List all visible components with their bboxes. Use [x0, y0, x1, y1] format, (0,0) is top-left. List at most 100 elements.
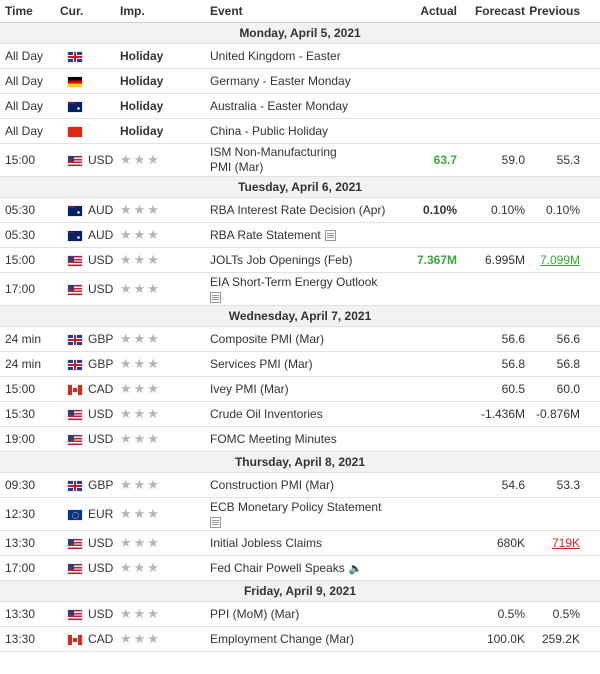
event-name[interactable]: Construction PMI (Mar)	[210, 478, 334, 492]
event-name[interactable]: Composite PMI (Mar)	[210, 332, 324, 346]
importance-stars-icon: ★★★	[120, 351, 210, 377]
row-event[interactable]: Fed Chair Powell Speaks 🔈	[210, 555, 395, 581]
row-event[interactable]: RBA Interest Rate Decision (Apr)	[210, 197, 395, 223]
calendar-row[interactable]: 13:30 CAD ★★★ Employment Change (Mar) 10…	[0, 626, 600, 652]
header-currency[interactable]: Cur.	[60, 0, 120, 23]
row-event[interactable]: Construction PMI (Mar)	[210, 472, 395, 498]
row-event[interactable]: United Kingdom - Easter	[210, 43, 395, 69]
calendar-row[interactable]: 05:30 AUD ★★★ RBA Interest Rate Decision…	[0, 197, 600, 223]
header-previous[interactable]: Previous	[525, 0, 600, 23]
calendar-row[interactable]: 05:30 AUD ★★★ RBA Rate Statement	[0, 222, 600, 248]
event-name[interactable]: ISM Non-Manufacturing PMI (Mar)	[210, 145, 360, 175]
event-name[interactable]: EIA Short-Term Energy Outlook	[210, 275, 395, 290]
header-event[interactable]: Event	[210, 0, 395, 23]
uk-flag-icon	[68, 359, 82, 370]
calendar-row[interactable]: 24 min GBP ★★★ Services PMI (Mar) 56.8 5…	[0, 351, 600, 377]
event-name[interactable]: Fed Chair Powell Speaks	[210, 561, 345, 575]
calendar-row[interactable]: All Day Holiday United Kingdom - Easter	[0, 43, 600, 69]
document-icon[interactable]	[324, 230, 336, 242]
row-previous	[525, 118, 600, 144]
row-currency: EUR	[88, 507, 114, 521]
event-name[interactable]: JOLTs Job Openings (Feb)	[210, 253, 353, 267]
usa-flag-icon	[68, 155, 82, 166]
calendar-row[interactable]: 09:30 GBP ★★★ Construction PMI (Mar) 54.…	[0, 472, 600, 498]
event-name[interactable]: RBA Rate Statement	[210, 228, 321, 242]
event-name[interactable]: China - Public Holiday	[210, 124, 328, 138]
calendar-row[interactable]: 15:30 USD ★★★ Crude Oil Inventories -1.4…	[0, 401, 600, 427]
row-actual	[395, 351, 457, 377]
header-time[interactable]: Time	[0, 0, 60, 23]
row-time: All Day	[0, 68, 60, 94]
document-icon[interactable]	[210, 516, 221, 528]
row-event[interactable]: Crude Oil Inventories	[210, 401, 395, 427]
calendar-row[interactable]: 19:00 USD ★★★ FOMC Meeting Minutes	[0, 426, 600, 452]
event-name[interactable]: Initial Jobless Claims	[210, 536, 322, 550]
row-event[interactable]: Employment Change (Mar)	[210, 626, 395, 652]
row-event[interactable]: ECB Monetary Policy Statement	[210, 497, 395, 531]
row-actual	[395, 555, 457, 581]
importance-stars-icon: ★★★	[120, 197, 210, 223]
calendar-row[interactable]: 17:00 USD ★★★ EIA Short-Term Energy Outl…	[0, 272, 600, 306]
header-importance[interactable]: Imp.	[120, 0, 210, 23]
event-name[interactable]: United Kingdom - Easter	[210, 49, 341, 63]
row-event[interactable]: China - Public Holiday	[210, 118, 395, 144]
calendar-row[interactable]: 24 min GBP ★★★ Composite PMI (Mar) 56.6 …	[0, 326, 600, 352]
row-time: 15:00	[0, 143, 60, 177]
calendar-row[interactable]: 15:00 USD ★★★ ISM Non-Manufacturing PMI …	[0, 143, 600, 177]
row-event[interactable]: JOLTs Job Openings (Feb)	[210, 247, 395, 273]
event-name[interactable]: FOMC Meeting Minutes	[210, 432, 337, 446]
row-event[interactable]: Australia - Easter Monday	[210, 93, 395, 119]
row-forecast	[457, 222, 525, 248]
row-event[interactable]: PPI (MoM) (Mar)	[210, 601, 395, 627]
importance-stars-icon: ★★★	[120, 497, 210, 531]
row-event[interactable]: EIA Short-Term Energy Outlook	[210, 272, 395, 306]
row-event[interactable]: RBA Rate Statement	[210, 222, 395, 248]
calendar-row[interactable]: All Day Holiday Germany - Easter Monday	[0, 68, 600, 94]
event-name[interactable]: RBA Interest Rate Decision (Apr)	[210, 203, 385, 217]
event-name[interactable]: Employment Change (Mar)	[210, 632, 354, 646]
row-time: 09:30	[0, 472, 60, 498]
usa-flag-icon	[68, 563, 82, 574]
row-previous: -0.876M	[525, 401, 600, 427]
row-event[interactable]: ISM Non-Manufacturing PMI (Mar)	[210, 143, 395, 177]
calendar-row[interactable]: All Day Holiday China - Public Holiday	[0, 118, 600, 144]
calendar-row[interactable]: 15:00 CAD ★★★ Ivey PMI (Mar) 60.5 60.0	[0, 376, 600, 402]
row-event[interactable]: FOMC Meeting Minutes	[210, 426, 395, 452]
day-header: Friday, April 9, 2021	[0, 580, 600, 602]
event-name[interactable]: Services PMI (Mar)	[210, 357, 313, 371]
row-event[interactable]: Composite PMI (Mar)	[210, 326, 395, 352]
row-currency: USD	[88, 432, 114, 446]
event-name[interactable]: Ivey PMI (Mar)	[210, 382, 289, 396]
row-actual	[395, 426, 457, 452]
row-event[interactable]: Initial Jobless Claims	[210, 530, 395, 556]
usa-flag-icon	[68, 409, 82, 420]
event-name[interactable]: Crude Oil Inventories	[210, 407, 323, 421]
event-name[interactable]: PPI (MoM) (Mar)	[210, 607, 299, 621]
row-forecast: 56.8	[457, 351, 525, 377]
importance-stars-icon: ★★★	[120, 326, 210, 352]
row-event[interactable]: Services PMI (Mar)	[210, 351, 395, 377]
header-actual[interactable]: Actual	[395, 0, 457, 23]
row-previous	[525, 426, 600, 452]
usa-flag-icon	[68, 538, 82, 549]
usa-flag-icon	[68, 255, 82, 266]
row-event[interactable]: Germany - Easter Monday	[210, 68, 395, 94]
row-event[interactable]: Ivey PMI (Mar)	[210, 376, 395, 402]
calendar-row[interactable]: 13:30 USD ★★★ Initial Jobless Claims 680…	[0, 530, 600, 556]
event-name[interactable]: ECB Monetary Policy Statement	[210, 500, 395, 515]
calendar-row[interactable]: All Day Holiday Australia - Easter Monda…	[0, 93, 600, 119]
calendar-row[interactable]: 15:00 USD ★★★ JOLTs Job Openings (Feb) 7…	[0, 247, 600, 273]
event-name[interactable]: Australia - Easter Monday	[210, 99, 348, 113]
calendar-row[interactable]: 13:30 USD ★★★ PPI (MoM) (Mar) 0.5% 0.5%	[0, 601, 600, 627]
row-currency: CAD	[88, 632, 114, 646]
row-forecast: 56.6	[457, 326, 525, 352]
importance-stars-icon: ★★★	[120, 247, 210, 273]
document-icon[interactable]	[210, 291, 221, 303]
australia-flag-icon	[68, 101, 82, 112]
header-forecast[interactable]: Forecast	[457, 0, 525, 23]
event-name[interactable]: Germany - Easter Monday	[210, 74, 351, 88]
calendar-row[interactable]: 12:30 EUR ★★★ ECB Monetary Policy Statem…	[0, 497, 600, 531]
speaker-icon[interactable]: 🔈	[349, 562, 363, 575]
row-time: 15:30	[0, 401, 60, 427]
calendar-row[interactable]: 17:00 USD ★★★ Fed Chair Powell Speaks 🔈	[0, 555, 600, 581]
